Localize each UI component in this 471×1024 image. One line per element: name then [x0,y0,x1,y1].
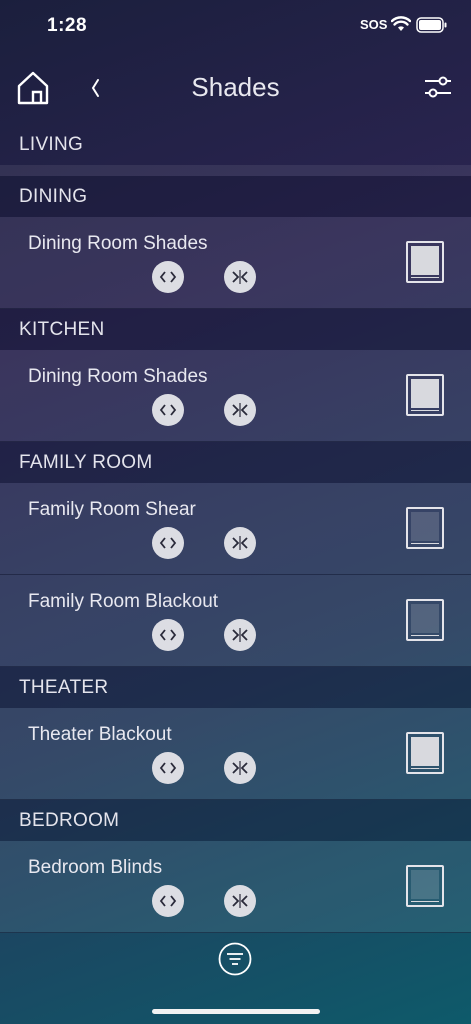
close-shade-button[interactable] [224,261,256,293]
close-shade-button[interactable] [224,619,256,651]
section-divider [0,165,471,176]
shade-state-icon[interactable] [406,599,444,641]
chevrons-together-icon [232,536,248,550]
open-shade-button[interactable] [152,394,184,426]
open-shade-button[interactable] [152,619,184,651]
open-shade-button[interactable] [152,261,184,293]
bottom-bar [0,940,471,980]
close-shade-button[interactable] [224,885,256,917]
nav-bar: Shades [0,66,471,110]
shade-label: Dining Room Shades [28,366,208,387]
shade-state-icon[interactable] [406,241,444,283]
list-item: Dining Room Shades [0,217,471,309]
section-header-kitchen: KITCHEN [0,309,471,350]
chevrons-together-icon [232,761,248,775]
list-item: Bedroom Blinds [0,841,471,933]
chevrons-apart-icon [159,895,177,907]
open-shade-button[interactable] [152,752,184,784]
chevrons-together-icon [232,894,248,908]
chevrons-apart-icon [159,762,177,774]
section-header-living: LIVING [19,134,84,155]
chevrons-together-icon [232,270,248,284]
open-shade-button[interactable] [152,885,184,917]
chevrons-apart-icon [159,271,177,283]
shades-list: LIVING DINING Dining Room Shades KITCHEN… [0,124,471,933]
status-time: 1:28 [47,15,88,36]
open-shade-button[interactable] [152,527,184,559]
close-shade-button[interactable] [224,394,256,426]
chevrons-apart-icon [159,537,177,549]
section-header-dining: DINING [0,176,471,217]
chevrons-apart-icon [159,629,177,641]
chevrons-together-icon [232,628,248,642]
chevrons-together-icon [232,403,248,417]
shade-label: Family Room Shear [28,499,196,520]
shade-state-icon[interactable] [406,865,444,907]
home-indicator[interactable] [152,1009,320,1014]
list-item: Theater Blackout [0,708,471,800]
shade-state-icon[interactable] [406,507,444,549]
list-item: Family Room Shear [0,483,471,575]
section-header-bedroom: BEDROOM [0,800,471,841]
wifi-icon [391,16,411,31]
sliders-icon[interactable] [423,72,453,102]
page-title: Shades [191,72,280,102]
shade-label: Family Room Blackout [28,591,219,612]
filter-icon[interactable] [218,942,252,976]
close-shade-button[interactable] [224,752,256,784]
battery-icon [416,17,447,33]
shade-state-icon[interactable] [406,374,444,416]
status-bar: 1:28 SOS [0,0,471,52]
close-shade-button[interactable] [224,527,256,559]
list-item: Family Room Blackout [0,575,471,667]
chevrons-apart-icon [159,404,177,416]
section-header-theater: THEATER [0,667,471,708]
section-header-family-room: FAMILY ROOM [0,442,471,483]
shade-label: Theater Blackout [28,724,172,745]
shade-state-icon[interactable] [406,732,444,774]
shade-label: Dining Room Shades [28,233,208,254]
shade-label: Bedroom Blinds [28,857,163,878]
list-item: Dining Room Shades [0,350,471,442]
status-sos: SOS [360,17,388,32]
